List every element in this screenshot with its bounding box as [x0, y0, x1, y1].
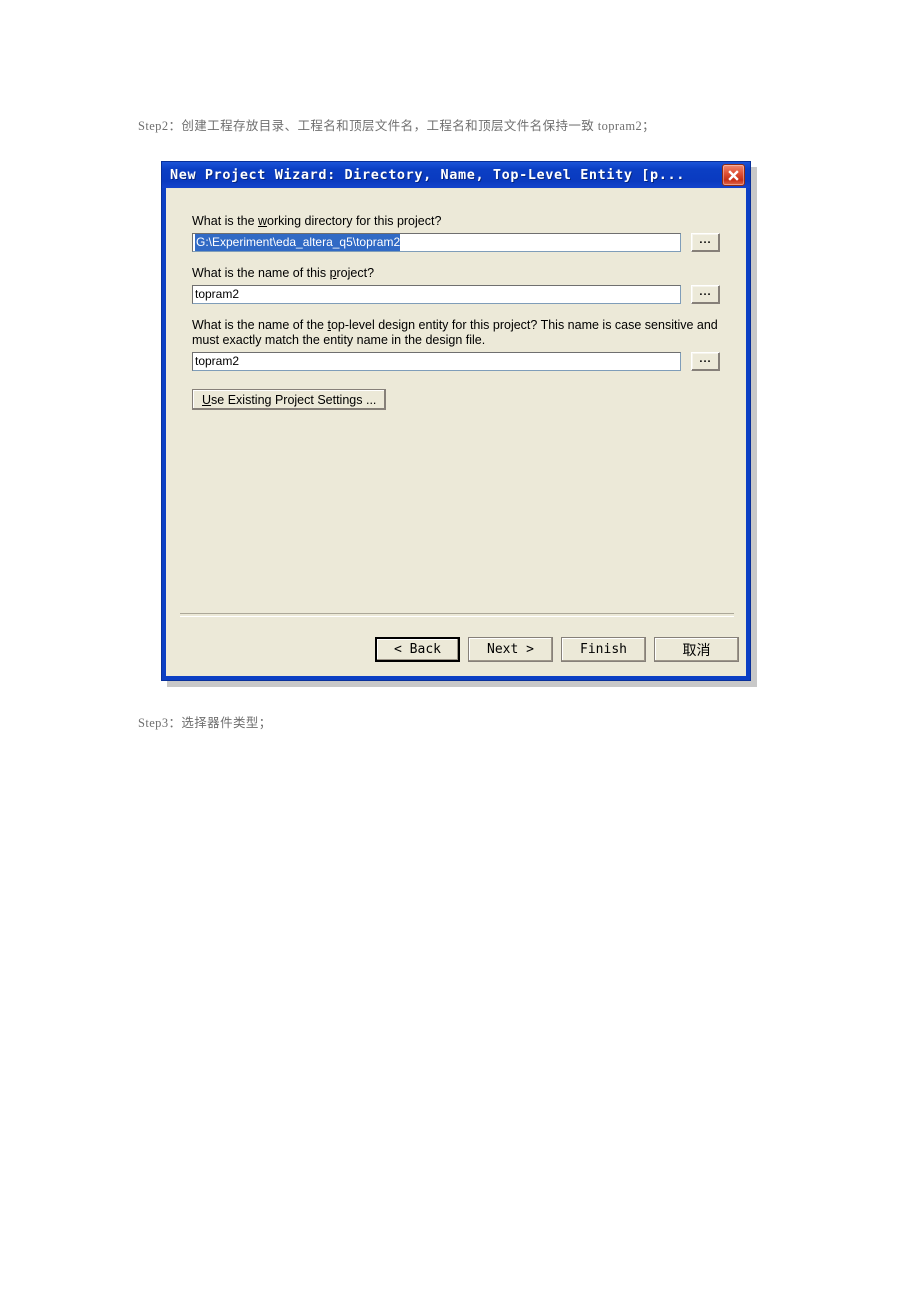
label-part-before: What is the: [192, 214, 258, 228]
dialog-titlebar[interactable]: New Project Wizard: Directory, Name, Top…: [162, 162, 750, 188]
project-name-value: topram2: [195, 287, 240, 301]
next-button[interactable]: Next >: [468, 637, 553, 662]
footer-divider: [180, 613, 734, 617]
cancel-button[interactable]: 取消: [654, 637, 739, 662]
dialog-title: New Project Wizard: Directory, Name, Top…: [170, 167, 685, 183]
settings-label-part1: se Existing Project Settin: [211, 392, 350, 407]
working-directory-value: G:\Experiment\eda_altera_q5\topram2: [195, 234, 401, 251]
step2-caption: Step2：创建工程存放目录、工程名和顶层文件名，工程名和顶层文件名保持一致 t…: [138, 119, 656, 133]
project-name-input[interactable]: topram2: [192, 285, 681, 304]
label-accel-key: w: [258, 214, 268, 228]
label-accel-key: p: [329, 266, 337, 280]
settings-accel-key-2: g: [349, 392, 357, 407]
dialog-footer-buttons: < Back Next > Finish 取消: [375, 637, 739, 662]
project-name-label: What is the name of this project?: [192, 266, 720, 281]
back-button[interactable]: < Back: [375, 637, 460, 662]
wizard-form: What is the working directory for this p…: [192, 214, 720, 410]
new-project-wizard-dialog: New Project Wizard: Directory, Name, Top…: [161, 161, 751, 681]
project-name-browse-button[interactable]: ...: [691, 285, 720, 304]
top-level-entity-browse-button[interactable]: ...: [691, 352, 720, 371]
label-part-before: What is the name of the: [192, 318, 328, 332]
label-part-before: What is the name of this: [192, 266, 330, 280]
finish-button[interactable]: Finish: [561, 637, 646, 662]
dialog-client-area: What is the working directory for this p…: [166, 188, 746, 676]
top-level-entity-label: What is the name of the top-level design…: [192, 318, 720, 348]
close-icon[interactable]: [722, 164, 745, 186]
label-part-after: roject?: [336, 266, 375, 280]
working-directory-label: What is the working directory for this p…: [192, 214, 720, 229]
project-name-row: topram2 ...: [192, 285, 720, 304]
use-existing-project-settings-button[interactable]: Use Existing Project Settin g s ...: [192, 389, 387, 410]
top-level-entity-value: topram2: [195, 354, 240, 368]
top-level-entity-input[interactable]: topram2: [192, 352, 681, 371]
working-directory-browse-button[interactable]: ...: [691, 233, 720, 252]
settings-label-part2: s ...: [356, 392, 377, 407]
step3-caption: Step3：选择器件类型；: [138, 716, 272, 730]
top-level-entity-row: topram2 ...: [192, 352, 720, 371]
settings-accel-key: U: [202, 392, 212, 407]
label-part-after: orking directory for this project?: [267, 214, 442, 228]
working-directory-input[interactable]: G:\Experiment\eda_altera_q5\topram2: [192, 233, 681, 252]
working-directory-row: G:\Experiment\eda_altera_q5\topram2 ...: [192, 233, 720, 252]
